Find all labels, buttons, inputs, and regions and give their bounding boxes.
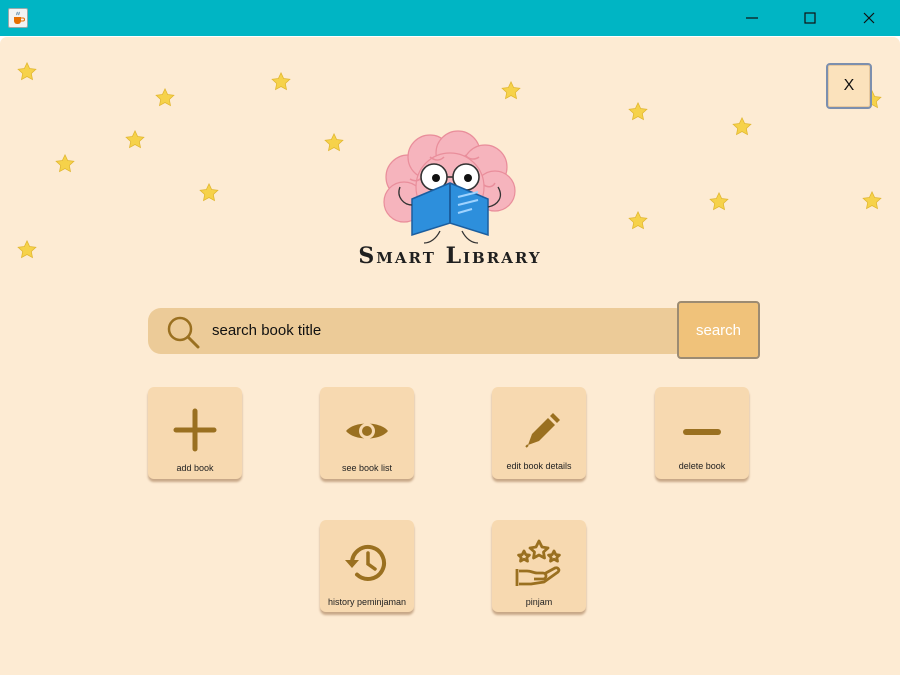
star-icon [155,87,175,107]
app-title: Smart Library [358,243,542,269]
maximize-icon [804,12,816,24]
star-icon [125,129,145,149]
maximize-button[interactable] [781,0,839,36]
star-icon [199,182,219,202]
delete-book-button[interactable]: delete book [655,387,749,479]
see-book-list-button[interactable]: see book list [320,387,414,479]
edit-book-details-button[interactable]: edit book details [492,387,586,479]
java-cup-icon [8,8,28,28]
window-close-button[interactable] [840,0,898,36]
window-titlebar [0,0,900,36]
minimize-icon [746,17,758,19]
plus-icon [173,408,217,452]
search-placeholder: search book title [212,322,322,339]
main-panel: X Smart Library search book title search… [0,37,900,675]
history-peminjaman-label: history peminjaman [327,597,407,607]
star-icon [17,61,37,81]
see-book-list-label: see book list [341,463,393,473]
star-icon [17,239,37,259]
close-icon [863,12,875,24]
add-book-button[interactable]: add book [148,387,242,479]
star-icon [628,101,648,121]
star-icon [55,153,75,173]
star-icon [862,190,882,210]
pinjam-button[interactable]: pinjam [492,520,586,612]
pinjam-label: pinjam [525,597,553,607]
delete-book-label: delete book [678,461,726,471]
edit-book-details-label: edit book details [506,461,572,471]
history-peminjaman-button[interactable]: history peminjaman [320,520,414,612]
close-button[interactable]: X [826,63,872,109]
magnifier-icon [167,316,200,349]
hand-stars-icon [515,539,561,586]
pencil-icon [525,413,560,448]
add-book-label: add book [176,463,214,473]
star-icon [501,80,521,100]
minimize-button[interactable] [723,0,781,36]
history-icon [345,545,386,581]
star-icon [271,71,291,91]
star-icon [732,116,752,136]
minus-icon [683,429,721,435]
star-icon [628,210,648,230]
brain-reading-book-logo [383,130,516,244]
star-icon [324,132,344,152]
search-button[interactable]: search [677,301,760,359]
eye-icon [346,423,388,439]
search-input[interactable]: search book title [148,308,688,354]
star-icon [709,191,729,211]
